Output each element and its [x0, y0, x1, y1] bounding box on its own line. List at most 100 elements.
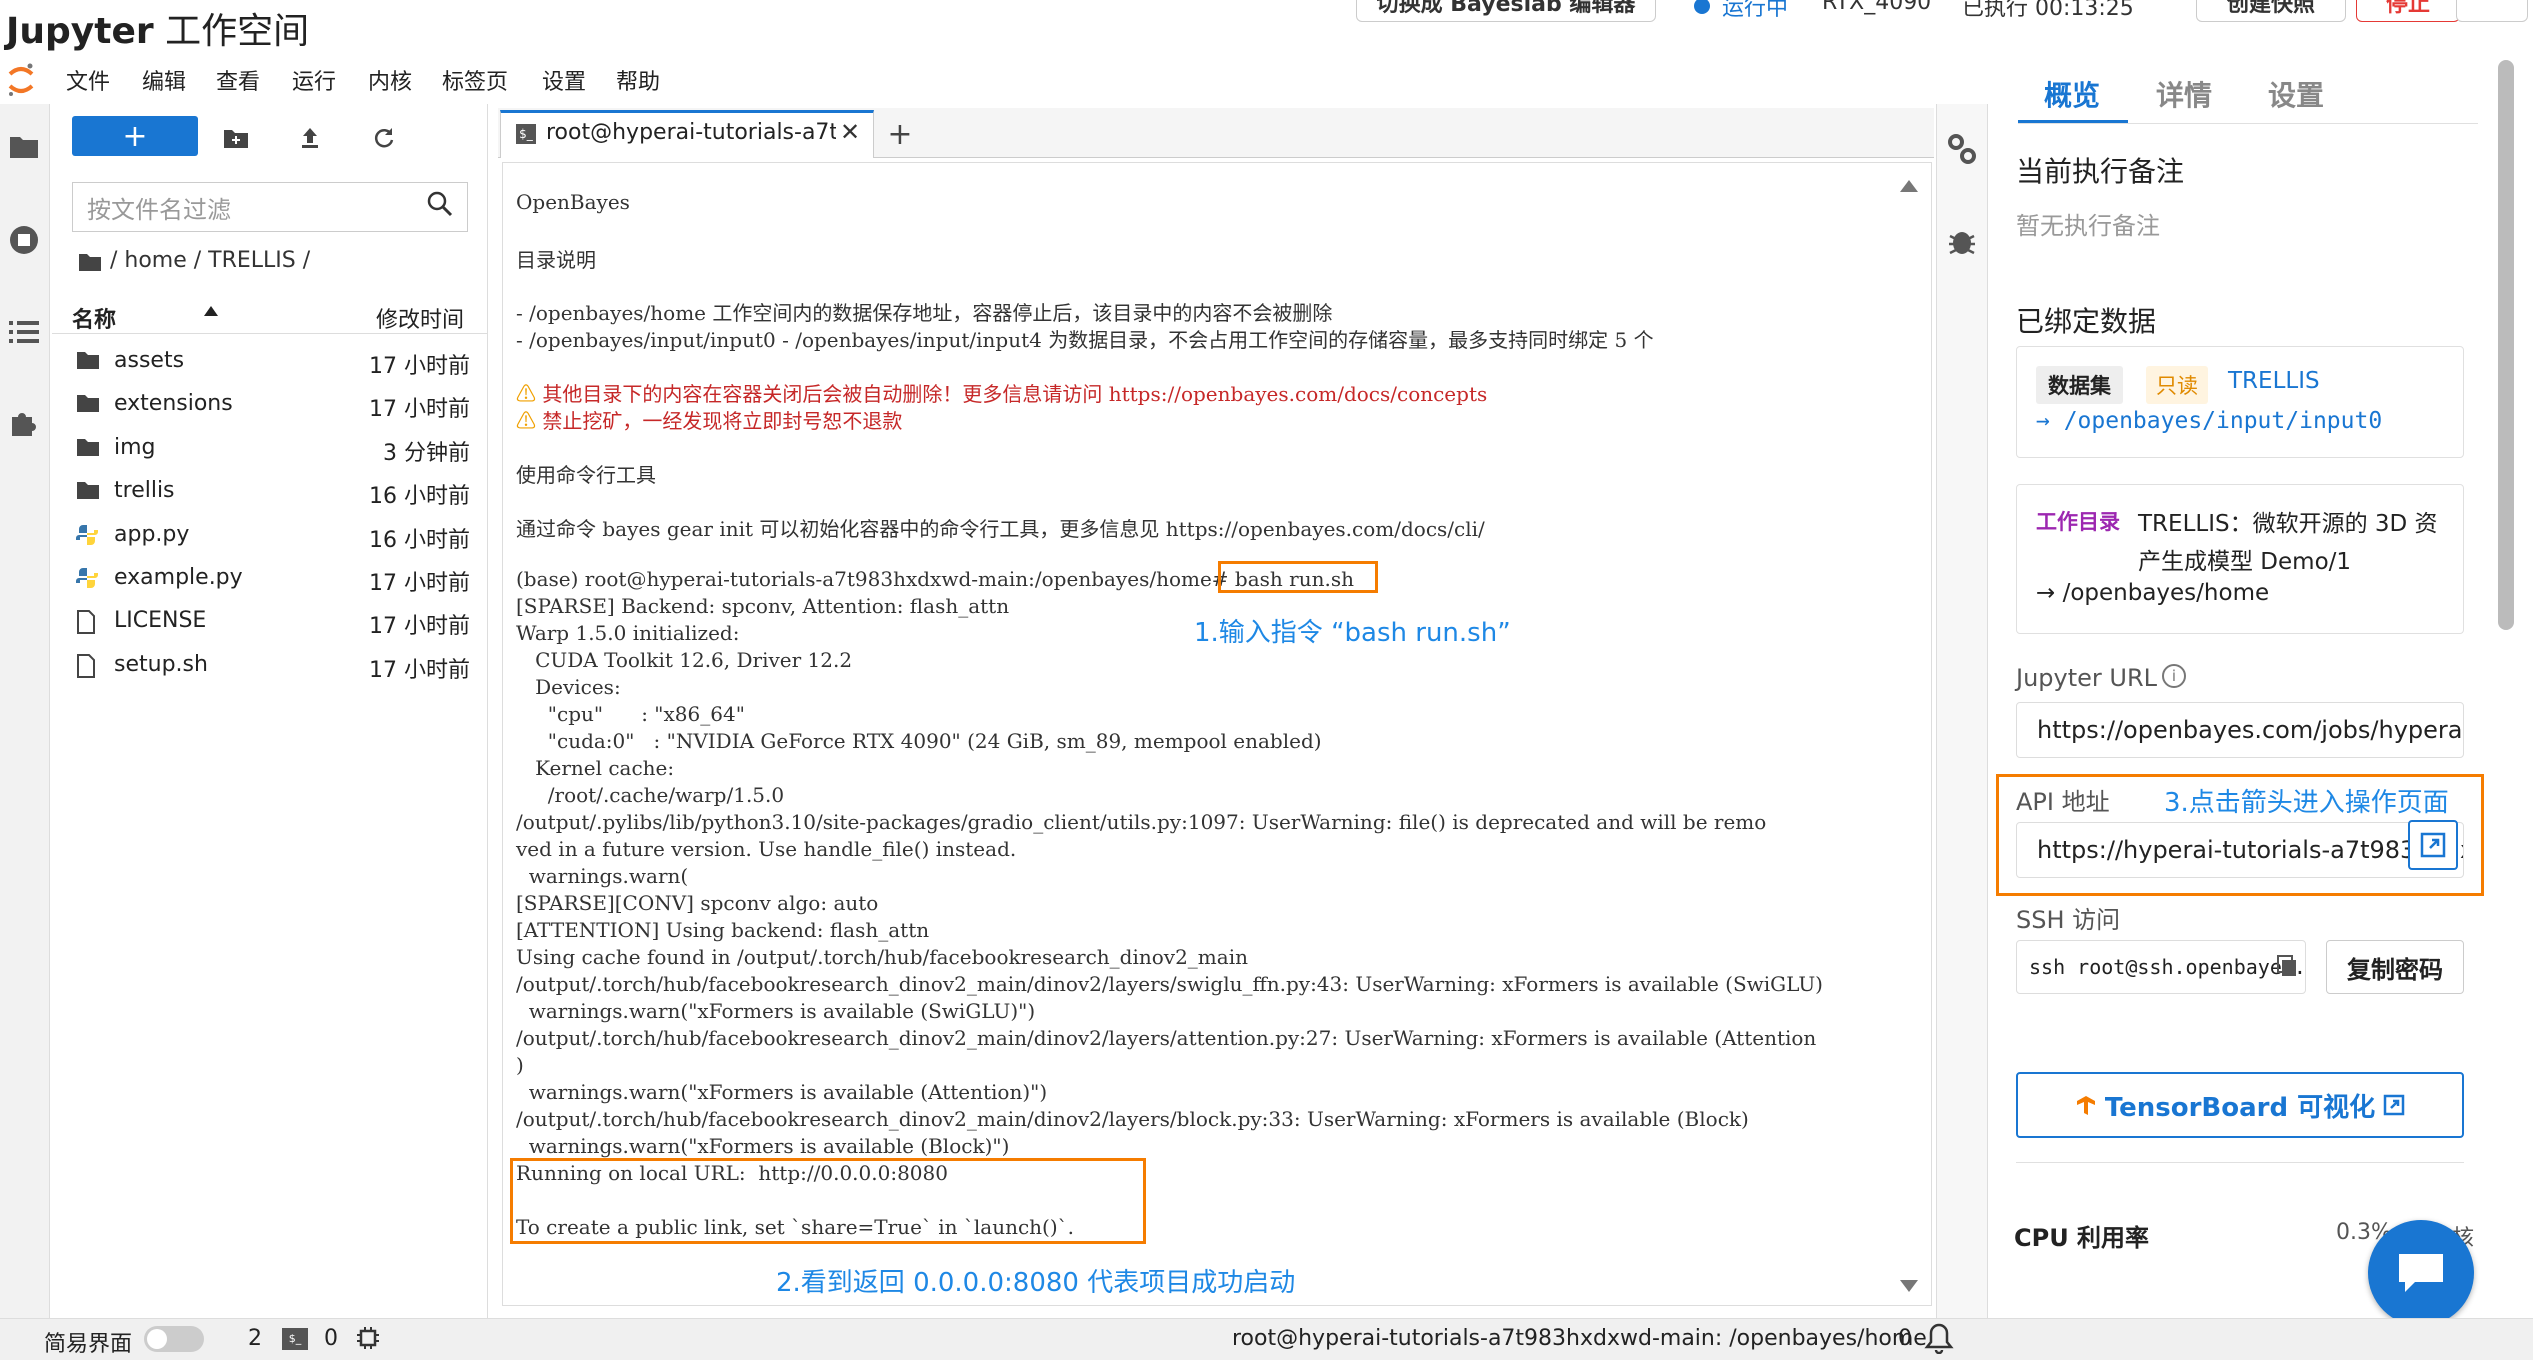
- file-row[interactable]: setup.sh 17 小时前: [52, 644, 488, 687]
- debugger-icon[interactable]: [1946, 224, 1978, 262]
- menu-item[interactable]: 内核: [368, 64, 412, 96]
- new-folder-icon[interactable]: [218, 120, 254, 156]
- ssh-command-field[interactable]: ssh root@ssh.openbayes.com: [2016, 940, 2306, 994]
- terminal-line: "cpu" : "x86_64": [516, 702, 745, 726]
- kernel-icon[interactable]: [356, 1326, 380, 1354]
- terminal-path: root@hyperai-tutorials-a7t983hxdxwd-main…: [1232, 1326, 1927, 1351]
- right-activity-bar: [1936, 104, 1988, 1318]
- workdir-path: → /openbayes/home: [2036, 580, 2270, 606]
- toc-icon[interactable]: [6, 314, 42, 350]
- upload-icon[interactable]: [292, 120, 328, 156]
- file-name: img: [114, 434, 156, 460]
- scroll-up-icon[interactable]: [1900, 180, 1918, 192]
- bell-icon[interactable]: [1924, 1322, 1954, 1358]
- terminal-line: [SPARSE] Backend: spconv, Attention: fla…: [516, 594, 1010, 618]
- menu-item[interactable]: 文件: [66, 64, 110, 96]
- file-row[interactable]: LICENSE 17 小时前: [52, 600, 488, 643]
- folder-icon: [76, 480, 100, 502]
- terminal-line: ): [516, 1053, 524, 1077]
- switch-editor-button[interactable]: 切换成 Bayeslab 编辑器: [1356, 0, 1656, 22]
- file-row[interactable]: app.py 16 小时前: [52, 514, 488, 557]
- terminal-line: Devices:: [516, 675, 621, 699]
- running-status: 运行中: [1722, 0, 1789, 21]
- file-filter-input[interactable]: 按文件名过滤: [72, 182, 468, 232]
- terminal-line: Warp 1.5.0 initialized:: [516, 621, 740, 645]
- property-inspector-icon[interactable]: [1946, 132, 1978, 170]
- tensorboard-label: TensorBoard 可视化: [2104, 1092, 2376, 1123]
- terminal-line: Kernel cache:: [516, 756, 675, 780]
- terminal-count: 2: [248, 1326, 262, 1351]
- file-modified: 17 小时前: [369, 571, 470, 596]
- open-external-icon[interactable]: [2408, 820, 2458, 870]
- file-name: trellis: [114, 478, 175, 504]
- title-bar: [0, 0, 2533, 48]
- copy-icon[interactable]: [2276, 954, 2298, 982]
- notification-count: 0: [1898, 1326, 1912, 1351]
- menu-item[interactable]: 编辑: [142, 64, 186, 96]
- file-name: extensions: [114, 391, 233, 417]
- terminal-line: Using cache found in /output/.torch/hub/…: [516, 945, 1248, 969]
- extension-icon[interactable]: [6, 404, 42, 440]
- new-launcher-button[interactable]: +: [72, 116, 198, 156]
- file-row[interactable]: extensions 17 小时前: [52, 383, 488, 426]
- column-modified[interactable]: 修改时间: [376, 302, 464, 334]
- terminal-line: /root/.cache/warp/1.5.0: [516, 783, 785, 807]
- column-name[interactable]: 名称: [72, 302, 116, 334]
- running-kernels-icon[interactable]: [6, 222, 42, 258]
- file-icon: [76, 653, 100, 678]
- menu-item[interactable]: 设置: [542, 64, 586, 96]
- simple-mode-toggle[interactable]: [144, 1326, 204, 1352]
- file-row[interactable]: assets 17 小时前: [52, 340, 488, 383]
- add-tab-button[interactable]: +: [880, 114, 920, 154]
- folder-icon: [76, 437, 100, 459]
- breadcrumb[interactable]: / home / TRELLIS /: [110, 248, 310, 273]
- panel-scrollbar[interactable]: [2498, 60, 2514, 630]
- activity-bar: [0, 104, 50, 1318]
- file-row[interactable]: example.py 17 小时前: [52, 557, 488, 600]
- terminal-line: warnings.warn("xFormers is available (Sw…: [516, 999, 1036, 1023]
- terminal-line: /output/.torch/hub/facebookresearch_dino…: [516, 1107, 1749, 1131]
- file-row[interactable]: trellis 16 小时前: [52, 470, 488, 513]
- file-browser: [52, 104, 488, 1318]
- gpu-type: RTX_4090: [1822, 0, 1932, 15]
- scroll-down-icon[interactable]: [1900, 1280, 1918, 1292]
- jupyter-url-field[interactable]: https://openbayes.com/jobs/hyperai-tutor…: [2016, 702, 2464, 758]
- menu-item[interactable]: 帮助: [616, 64, 660, 96]
- tensorboard-button[interactable]: TensorBoard 可视化: [2016, 1072, 2464, 1138]
- terminal-line: /output/.torch/hub/facebookresearch_dino…: [516, 972, 1823, 996]
- terminal-line: OpenBayes: [516, 190, 630, 214]
- create-snapshot-button[interactable]: 创建快照: [2196, 0, 2346, 22]
- menu-item[interactable]: 标签页: [442, 64, 508, 96]
- api-url-field[interactable]: https://hyperai-tutorials-a7t983hxdxwd: [2016, 822, 2464, 878]
- note-title: 当前执行备注: [2016, 155, 2185, 188]
- close-icon[interactable]: ✕: [840, 118, 860, 146]
- file-row[interactable]: img 3 分钟前: [52, 427, 488, 470]
- terminal-line: - /openbayes/home 工作空间内的数据保存地址，容器停止后，该目录…: [516, 301, 1333, 325]
- file-modified: 16 小时前: [369, 527, 470, 553]
- tab-settings[interactable]: 设置: [2268, 74, 2324, 114]
- terminal-line: - /openbayes/input/input0 - /openbayes/i…: [516, 328, 1654, 352]
- terminal-icon[interactable]: $_: [282, 1328, 308, 1350]
- highlight-box-url: [510, 1158, 1146, 1244]
- menu-item[interactable]: 查看: [216, 64, 260, 96]
- menu-item[interactable]: 运行: [292, 64, 336, 96]
- annotation-step-2: 2.看到返回 0.0.0.0:8080 代表项目成功启动: [776, 1268, 1296, 1298]
- stop-button[interactable]: 停止: [2356, 0, 2460, 22]
- tensorboard-icon: [2076, 1096, 2095, 1115]
- terminal-line: [ATTENTION] Using backend: flash_attn: [516, 918, 930, 942]
- folder-icon[interactable]: [6, 128, 42, 164]
- tab-details[interactable]: 详情: [2156, 74, 2212, 114]
- more-button[interactable]: [2456, 0, 2528, 22]
- annotation-step-1: 1.输入指令 “bash run.sh”: [1194, 618, 1511, 648]
- copy-password-button[interactable]: 复制密码: [2326, 940, 2464, 994]
- ssh-label: SSH 访问: [2016, 906, 2121, 934]
- search-icon: [426, 190, 456, 220]
- chat-button[interactable]: [2368, 1220, 2474, 1326]
- annotation-step-3: 3.点击箭头进入操作页面: [2164, 788, 2449, 818]
- file-name: setup.sh: [114, 651, 208, 677]
- dataset-name[interactable]: TRELLIS: [2228, 368, 2320, 394]
- info-icon[interactable]: i: [2162, 664, 2186, 688]
- jupyter-logo-icon: [8, 63, 34, 96]
- tab-overview[interactable]: 概览: [2044, 74, 2100, 114]
- refresh-icon[interactable]: [366, 120, 402, 156]
